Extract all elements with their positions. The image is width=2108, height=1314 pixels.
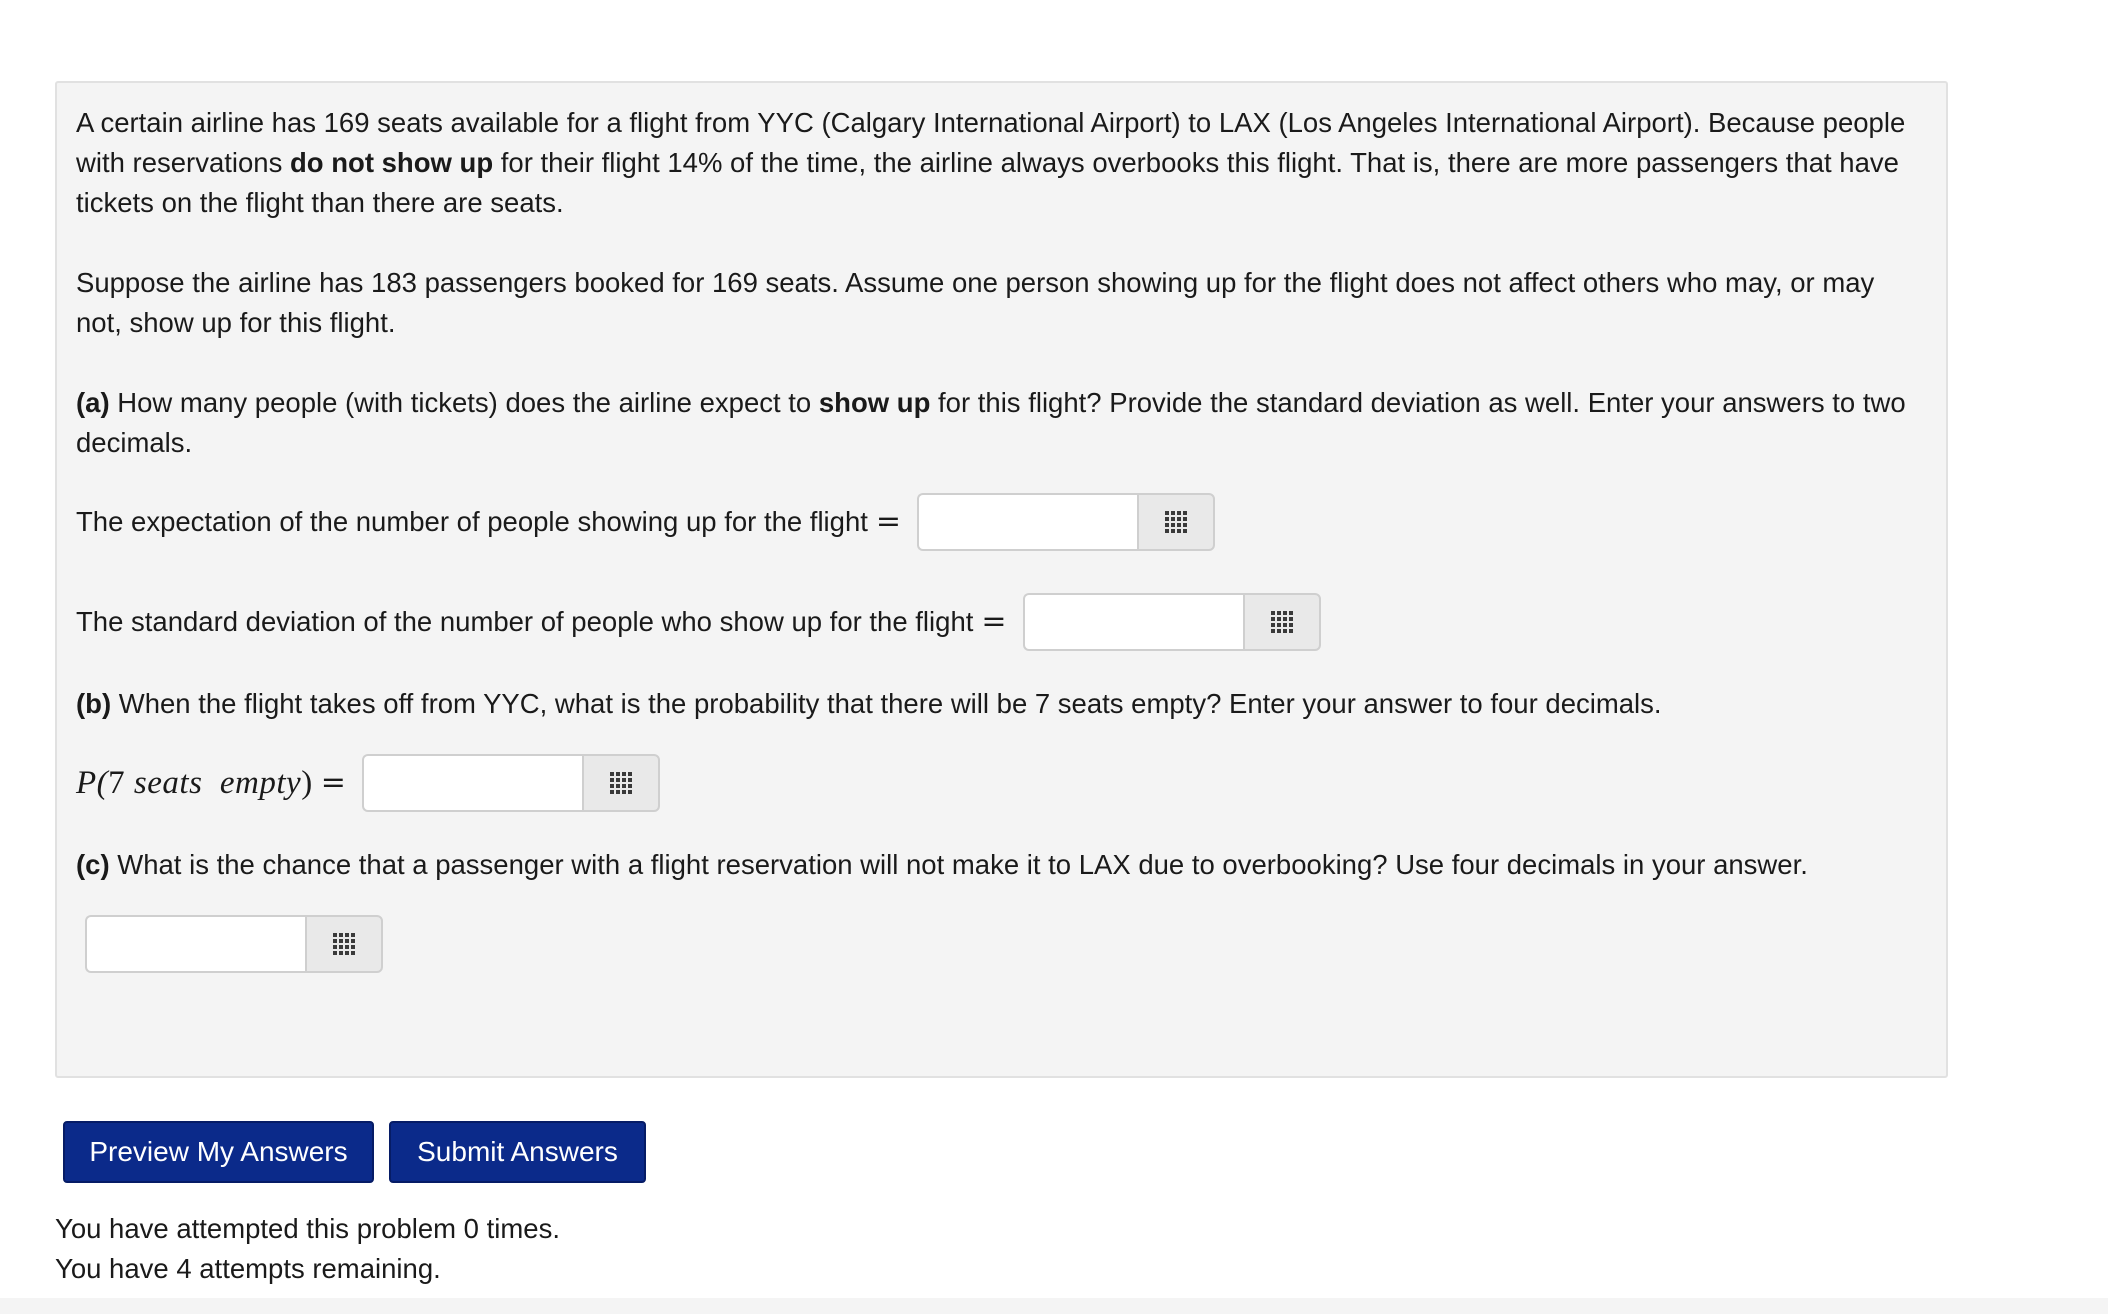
math-p: P(: [76, 765, 109, 801]
probability-input[interactable]: [361, 754, 582, 812]
page: A certain airline has 169 seats availabl…: [0, 0, 2108, 1314]
attempt-status: You have attempted this problem 0 times.…: [55, 1209, 560, 1289]
remaining-text: You have 4 attempts remaining.: [55, 1253, 441, 1284]
overbooking-input[interactable]: [85, 915, 305, 973]
part-b-label: (b): [76, 688, 112, 719]
equation-editor-button[interactable]: [581, 754, 660, 812]
overbooking-row: [76, 914, 1926, 974]
math-close: ): [301, 765, 313, 801]
expectation-row: The expectation of the number of people …: [76, 492, 1926, 552]
probability-answer-group: [361, 754, 660, 812]
part-c-label: (c): [76, 849, 110, 880]
part-a-bold-text: show up: [818, 387, 931, 418]
sd-row: The standard deviation of the number of …: [76, 592, 1926, 652]
part-c-text: What is the chance that a passenger with…: [109, 849, 1808, 880]
part-a-text-1: How many people (with tickets) does the …: [109, 387, 819, 418]
grid-icon: [333, 933, 355, 955]
equals-sign: =: [875, 504, 902, 539]
part-a-question: (a) How many people (with tickets) does …: [76, 383, 1926, 463]
equals-sign: =: [981, 604, 1007, 639]
grid-icon: [609, 772, 632, 794]
part-b-question: (b) When the flight takes off from YYC, …: [76, 684, 1926, 724]
submit-answers-button[interactable]: Submit Answers: [389, 1121, 646, 1183]
grid-icon: [1270, 611, 1293, 633]
equation-editor-button[interactable]: [1242, 593, 1321, 651]
expectation-input[interactable]: [917, 493, 1138, 551]
probability-expression: P(7 seats empty): [76, 763, 313, 803]
part-a-label: (a): [76, 387, 110, 418]
problem-setup: Suppose the airline has 183 passengers b…: [76, 267, 1875, 338]
probability-row: P(7 seats empty) =: [76, 753, 1926, 813]
preview-answers-button[interactable]: Preview My Answers: [63, 1121, 374, 1183]
math-number: 7: [108, 765, 126, 801]
equation-editor-button[interactable]: [305, 915, 383, 973]
footer-strip: [0, 1298, 2108, 1314]
part-c-question: (c) What is the chance that a passenger …: [76, 845, 1926, 885]
grid-icon: [1165, 511, 1188, 533]
attempted-text: You have attempted this problem 0 times.: [55, 1213, 560, 1244]
expectation-answer-group: [917, 493, 1216, 551]
overbooking-answer-group: [85, 915, 383, 973]
sd-input[interactable]: [1022, 593, 1243, 651]
part-b-text: When the flight takes off from YYC, what…: [111, 688, 1662, 719]
equation-editor-button[interactable]: [1137, 493, 1216, 551]
problem-panel: A certain airline has 169 seats availabl…: [55, 81, 1948, 1078]
expectation-label: The expectation of the number of people …: [76, 506, 868, 537]
sd-label: The standard deviation of the number of …: [76, 606, 974, 637]
action-buttons: Preview My Answers Submit Answers: [63, 1121, 646, 1183]
equals-sign: =: [320, 765, 346, 800]
sd-answer-group: [1022, 593, 1321, 651]
problem-intro: A certain airline has 169 seats availabl…: [76, 103, 1926, 223]
math-words: seats empty: [125, 765, 302, 801]
intro-bold-text: do not show up: [289, 147, 494, 178]
